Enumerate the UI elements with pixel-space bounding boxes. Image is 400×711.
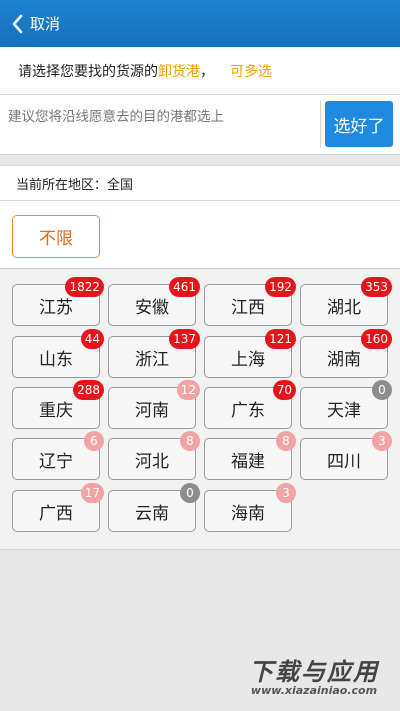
- province-button[interactable]: 辽宁 6: [12, 431, 104, 480]
- count-badge: 192: [265, 277, 296, 297]
- province-button[interactable]: 四川 3: [300, 431, 392, 480]
- destination-input[interactable]: 建议您将沿线愿意去的目的港都选上: [8, 105, 224, 125]
- province-button[interactable]: 重庆 288: [12, 380, 104, 429]
- watermark-url: www.xiazainiao.com: [250, 684, 378, 697]
- instruction-text: 请选择您要找的货源的: [18, 63, 158, 80]
- watermark-title: 下载与应用: [249, 658, 379, 686]
- province-name: 河南: [135, 400, 169, 421]
- province-button[interactable]: 海南 3: [204, 483, 296, 532]
- province-name: 广西: [39, 503, 73, 524]
- province-button[interactable]: 上海 121: [204, 329, 296, 378]
- count-badge: 288: [73, 380, 104, 400]
- count-badge: 8: [276, 431, 296, 451]
- region-value: 全国: [107, 177, 134, 193]
- province-button[interactable]: 湖南 160: [300, 329, 392, 378]
- instruction-comma: ，: [200, 63, 214, 80]
- province-name: 四川: [327, 451, 361, 472]
- province-name: 云南: [135, 503, 169, 524]
- province-button[interactable]: 福建 8: [204, 431, 296, 480]
- province-name: 江西: [231, 297, 265, 318]
- province-name: 天津: [327, 400, 361, 421]
- count-badge: 44: [80, 329, 104, 349]
- province-button[interactable]: 河北 8: [108, 431, 200, 480]
- count-badge: 353: [361, 277, 392, 297]
- province-button[interactable]: 浙江 137: [108, 329, 200, 378]
- confirm-button[interactable]: 选好了: [325, 101, 393, 147]
- province-name: 海南: [231, 503, 265, 524]
- count-badge: 3: [372, 431, 392, 451]
- province-name: 重庆: [39, 400, 73, 421]
- province-name: 上海: [231, 349, 265, 370]
- count-badge: 17: [80, 483, 104, 503]
- province-name: 安徽: [135, 297, 169, 318]
- unlimited-button[interactable]: 不限: [12, 215, 100, 258]
- province-button[interactable]: 广西 17: [12, 483, 104, 532]
- count-badge: 461: [169, 277, 200, 297]
- province-button[interactable]: 河南 12: [108, 380, 200, 429]
- province-button[interactable]: 云南 0: [108, 483, 200, 532]
- instruction-bar: 请选择您要找的货源的 卸货港 ， 可多选: [0, 47, 400, 95]
- province-button[interactable]: 天津 0: [300, 380, 392, 429]
- province-name: 江苏: [39, 297, 73, 318]
- count-badge: 3: [276, 483, 296, 503]
- province-button[interactable]: 江西 192: [204, 277, 296, 326]
- province-name: 山东: [39, 349, 73, 370]
- watermark-logo: 下载与应用 www.xiazainiao.com: [232, 648, 396, 704]
- count-badge: 160: [361, 329, 392, 349]
- count-badge: 121: [265, 329, 296, 349]
- province-button[interactable]: 山东 44: [12, 329, 104, 378]
- province-name: 辽宁: [39, 451, 73, 472]
- back-chevron-icon[interactable]: [4, 0, 30, 47]
- count-badge: 137: [169, 329, 200, 349]
- province-name: 河北: [135, 451, 169, 472]
- count-badge: 12: [176, 380, 200, 400]
- input-divider: [320, 101, 321, 147]
- top-bar: 取消: [0, 0, 400, 47]
- count-badge: 70: [272, 380, 296, 400]
- province-button[interactable]: 安徽 461: [108, 277, 200, 326]
- province-name: 湖北: [327, 297, 361, 318]
- unlimited-section: 不限: [0, 201, 400, 269]
- province-name: 福建: [231, 451, 265, 472]
- province-button[interactable]: 江苏 1822: [12, 277, 104, 326]
- count-badge: 6: [84, 431, 104, 451]
- province-name: 浙江: [135, 349, 169, 370]
- count-badge: 8: [180, 431, 200, 451]
- region-label: 当前所在地区：: [16, 177, 108, 193]
- current-region: 当前所在地区： 全国: [0, 165, 400, 201]
- instruction-highlight: 卸货港: [158, 63, 200, 80]
- province-name: 广东: [231, 400, 265, 421]
- province-button[interactable]: 广东 70: [204, 380, 296, 429]
- multi-select-hint: 可多选: [230, 63, 272, 80]
- cancel-button[interactable]: 取消: [30, 13, 60, 34]
- province-button[interactable]: 湖北 353: [300, 277, 392, 326]
- count-badge: 0: [372, 380, 392, 400]
- count-badge: 0: [180, 483, 200, 503]
- province-name: 湖南: [327, 349, 361, 370]
- province-grid: 江苏 1822 安徽 461 江西 192 湖北 353 山东 44 浙江 137 上海 121 湖南 160…: [0, 270, 400, 550]
- count-badge: 1822: [65, 277, 104, 297]
